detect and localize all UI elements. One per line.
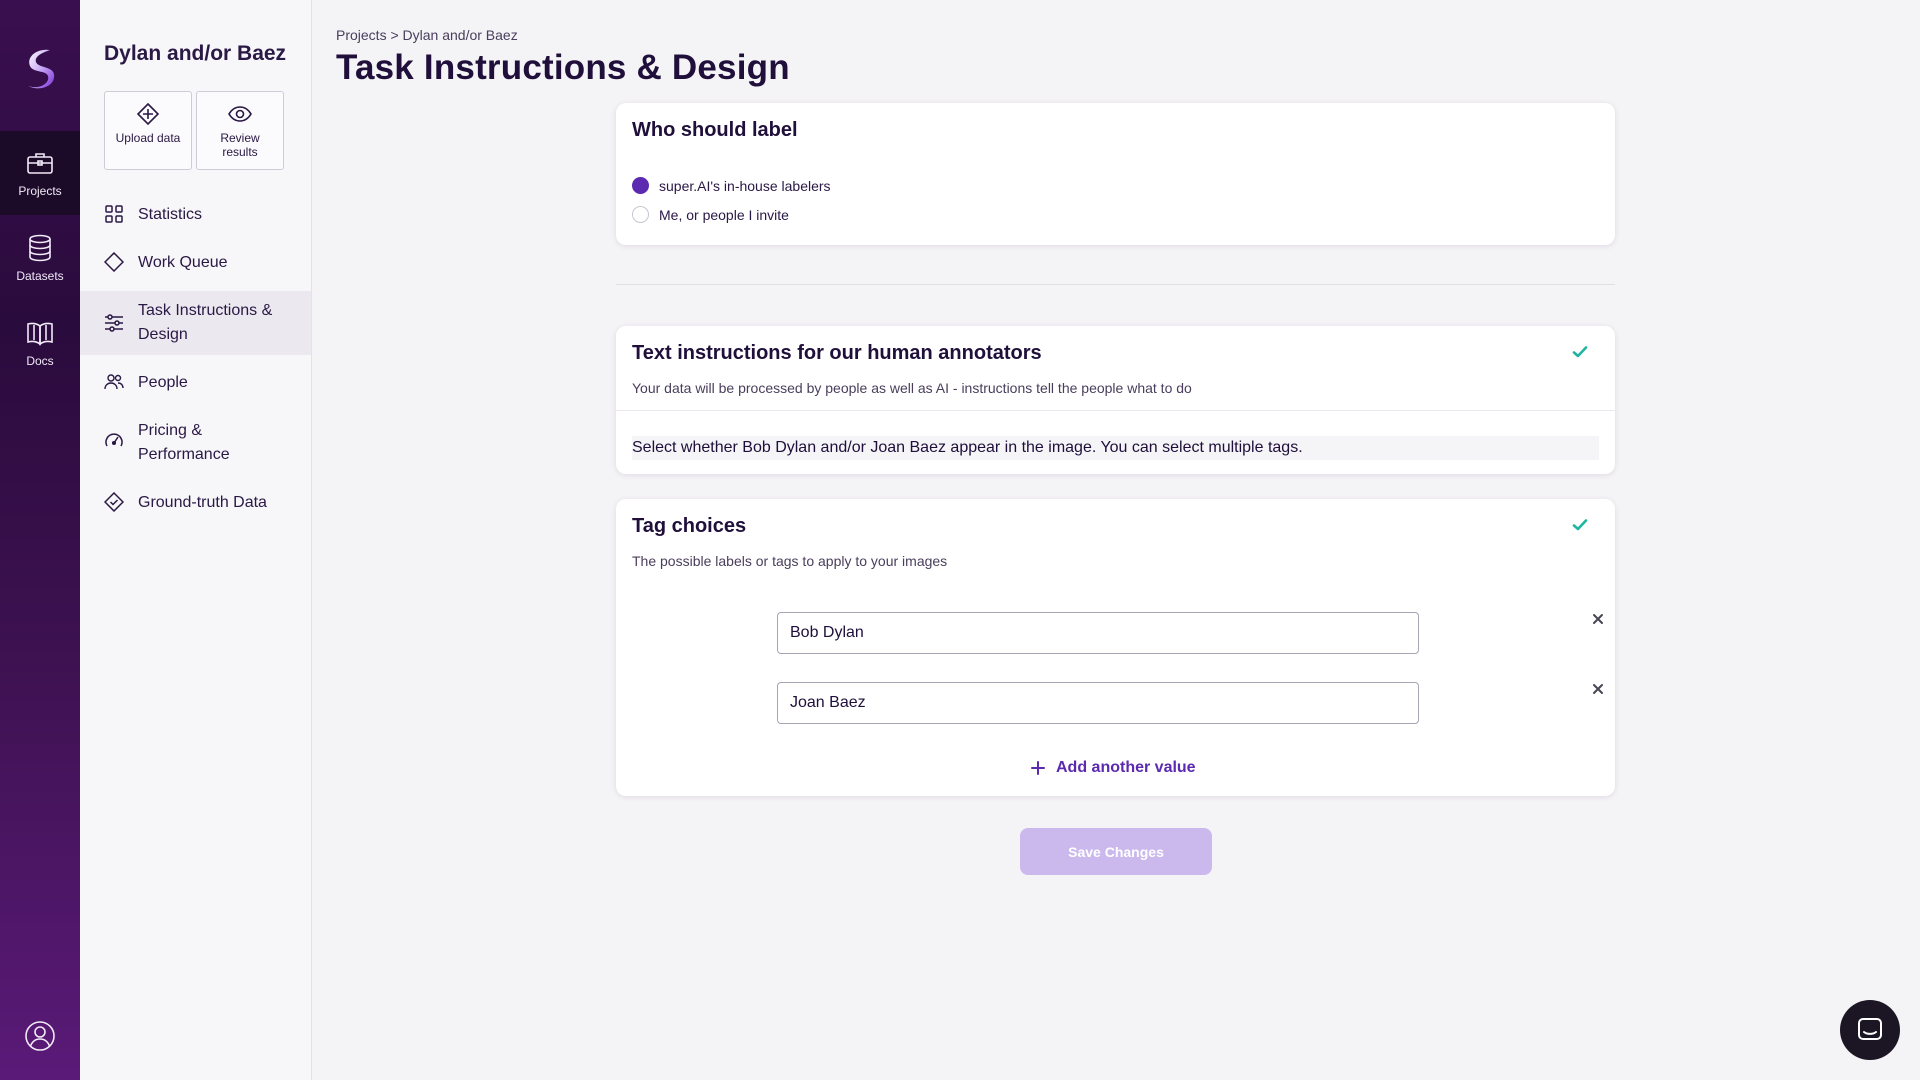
review-results-button[interactable]: Review results	[196, 91, 284, 170]
page-title: Task Instructions & Design	[336, 48, 790, 87]
radio-button[interactable]	[632, 206, 649, 223]
sidebar-item-label: Pricing & Performance	[138, 422, 230, 463]
database-icon	[29, 234, 51, 262]
tag-choices-card: Tag choices The possible labels or tags …	[616, 499, 1615, 796]
grid-icon	[105, 205, 123, 223]
rail-item-label: Projects	[18, 184, 62, 198]
chat-launcher-button[interactable]	[1840, 1000, 1900, 1060]
people-icon	[104, 374, 124, 390]
eye-icon	[228, 106, 252, 122]
rail-item-label: Datasets	[16, 269, 64, 283]
rail-item-label: Docs	[26, 354, 54, 368]
radio-option-invite[interactable]: Me, or people I invite	[632, 206, 789, 223]
rail-item-datasets[interactable]: Datasets	[0, 216, 80, 300]
sidebar-item-task-instructions[interactable]: Task Instructions & Design	[80, 291, 311, 355]
close-icon[interactable]	[1590, 611, 1606, 627]
close-icon[interactable]	[1590, 681, 1606, 697]
chat-icon	[1858, 1018, 1882, 1040]
user-profile-icon[interactable]	[24, 1020, 56, 1052]
sidebar-item-label: Task Instructions & Design	[138, 302, 273, 343]
project-name: Dylan and/or Baez	[104, 42, 287, 65]
sliders-icon	[105, 314, 123, 332]
upload-data-label: Upload data	[115, 131, 181, 145]
sidebar-item-people[interactable]: People	[80, 371, 311, 395]
rail-item-docs[interactable]: Docs	[0, 301, 80, 385]
sidebar-item-pricing-performance[interactable]: Pricing & Performance	[80, 419, 311, 467]
tag-input[interactable]: Joan Baez	[777, 682, 1419, 724]
sidebar-item-label: Ground-truth Data	[138, 494, 267, 511]
gauge-icon	[105, 433, 123, 447]
text-instructions-card: Text instructions for our human annotato…	[616, 326, 1615, 474]
tag-input[interactable]: Bob Dylan	[777, 612, 1419, 654]
radio-label: Me, or people I invite	[659, 206, 789, 223]
add-another-value-button[interactable]: Add another value	[1030, 759, 1196, 777]
upload-data-button[interactable]: Upload data	[104, 91, 192, 170]
radio-option-inhouse[interactable]: super.AI's in-house labelers	[632, 177, 831, 194]
superai-logo-icon[interactable]	[20, 46, 60, 92]
book-icon	[27, 322, 53, 346]
app-rail: Projects Datasets Docs	[0, 0, 80, 1080]
sidebar-item-label: Work Queue	[138, 254, 228, 271]
rail-item-projects[interactable]: Projects	[0, 131, 80, 215]
sidebar-item-work-queue[interactable]: Work Queue	[80, 251, 311, 275]
plus-icon	[1031, 761, 1045, 775]
tag-choices-subtitle: The possible labels or tags to apply to …	[632, 553, 948, 569]
who-should-label-card: Who should label super.AI's in-house lab…	[616, 103, 1615, 245]
checkmark-icon	[1572, 346, 1588, 358]
briefcase-icon	[27, 153, 53, 174]
text-instructions-title: Text instructions for our human annotato…	[632, 342, 1042, 364]
radio-button-selected[interactable]	[632, 177, 649, 194]
breadcrumb[interactable]: Projects > Dylan and/or Baez	[336, 27, 518, 43]
section-divider	[616, 284, 1615, 285]
text-instructions-subtitle: Your data will be processed by people as…	[632, 380, 1192, 396]
who-should-label-title: Who should label	[632, 119, 798, 141]
upload-icon	[136, 102, 160, 126]
sidebar-item-ground-truth[interactable]: Ground-truth Data	[80, 491, 311, 515]
diamond-check-icon	[104, 492, 124, 512]
checkmark-icon	[1572, 519, 1588, 531]
sidebar-item-label: Statistics	[138, 206, 203, 223]
diamond-icon	[104, 252, 124, 272]
sidebar-item-statistics[interactable]: Statistics	[80, 203, 311, 227]
add-another-value-label: Add another value	[1056, 759, 1196, 776]
instructions-textarea[interactable]: Select whether Bob Dylan and/or Joan Bae…	[632, 436, 1599, 460]
project-sidebar: Dylan and/or Baez Upload data Review res…	[80, 0, 312, 1080]
card-separator	[616, 410, 1615, 411]
save-changes-button[interactable]: Save Changes	[1020, 828, 1212, 875]
review-results-label: Review results	[220, 131, 260, 159]
tag-choices-title: Tag choices	[632, 515, 747, 537]
radio-label: super.AI's in-house labelers	[659, 177, 831, 194]
sidebar-item-label: People	[138, 374, 188, 391]
